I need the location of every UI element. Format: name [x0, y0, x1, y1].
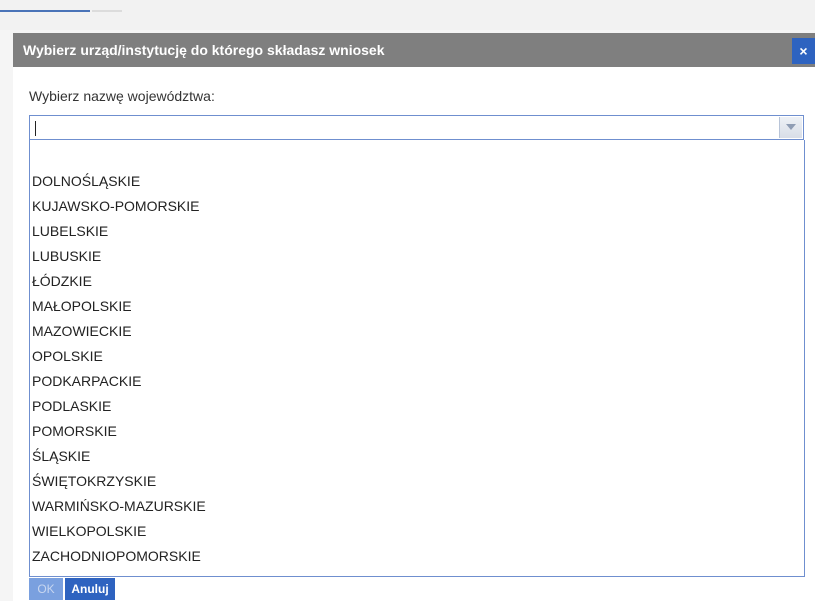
voivodeship-label: Wybierz nazwę województwa:: [29, 88, 215, 104]
dropdown-option[interactable]: OPOLSKIE: [32, 344, 103, 368]
active-tab-indicator: [0, 10, 90, 12]
voivodeship-dropdown-list: DOLNOŚLĄSKIE KUJAWSKO-POMORSKIE LUBELSKI…: [29, 140, 805, 577]
dropdown-option[interactable]: LUBELSKIE: [32, 219, 108, 243]
dropdown-option[interactable]: MAZOWIECKIE: [32, 319, 132, 343]
dropdown-option[interactable]: KUJAWSKO-POMORSKIE: [32, 194, 200, 218]
dropdown-option[interactable]: LUBUSKIE: [32, 244, 101, 268]
dropdown-option[interactable]: WARMIŃSKO-MAZURSKIE: [32, 494, 206, 518]
chevron-down-icon[interactable]: [779, 117, 802, 138]
dropdown-option[interactable]: PODKARPACKIE: [32, 369, 141, 393]
dropdown-option[interactable]: POMORSKIE: [32, 419, 117, 443]
dropdown-option[interactable]: ŁÓDZKIE: [32, 269, 92, 293]
voivodeship-combobox[interactable]: [29, 115, 804, 140]
dialog-titlebar: Wybierz urząd/instytucję do którego skła…: [13, 33, 815, 67]
institution-dialog: Wybierz urząd/instytucję do którego skła…: [13, 33, 815, 601]
inactive-tab-indicator: [92, 10, 122, 12]
background-tab-strip: [0, 0, 815, 30]
dropdown-option[interactable]: DOLNOŚLĄSKIE: [32, 169, 140, 193]
text-caret: [35, 121, 36, 136]
dialog-title: Wybierz urząd/instytucję do którego skła…: [23, 42, 385, 58]
dropdown-option[interactable]: ŚWIĘTOKRZYSKIE: [32, 469, 156, 493]
dropdown-option[interactable]: ZACHODNIOPOMORSKIE: [32, 544, 201, 568]
dropdown-option[interactable]: MAŁOPOLSKIE: [32, 294, 132, 318]
dropdown-option[interactable]: PODLASKIE: [32, 394, 111, 418]
close-button[interactable]: ×: [792, 38, 815, 64]
close-icon: ×: [799, 43, 808, 59]
dropdown-option[interactable]: WIELKOPOLSKIE: [32, 519, 146, 543]
cancel-button[interactable]: Anuluj: [65, 578, 115, 600]
dropdown-option[interactable]: ŚLĄSKIE: [32, 444, 90, 468]
ok-button[interactable]: OK: [29, 578, 63, 600]
